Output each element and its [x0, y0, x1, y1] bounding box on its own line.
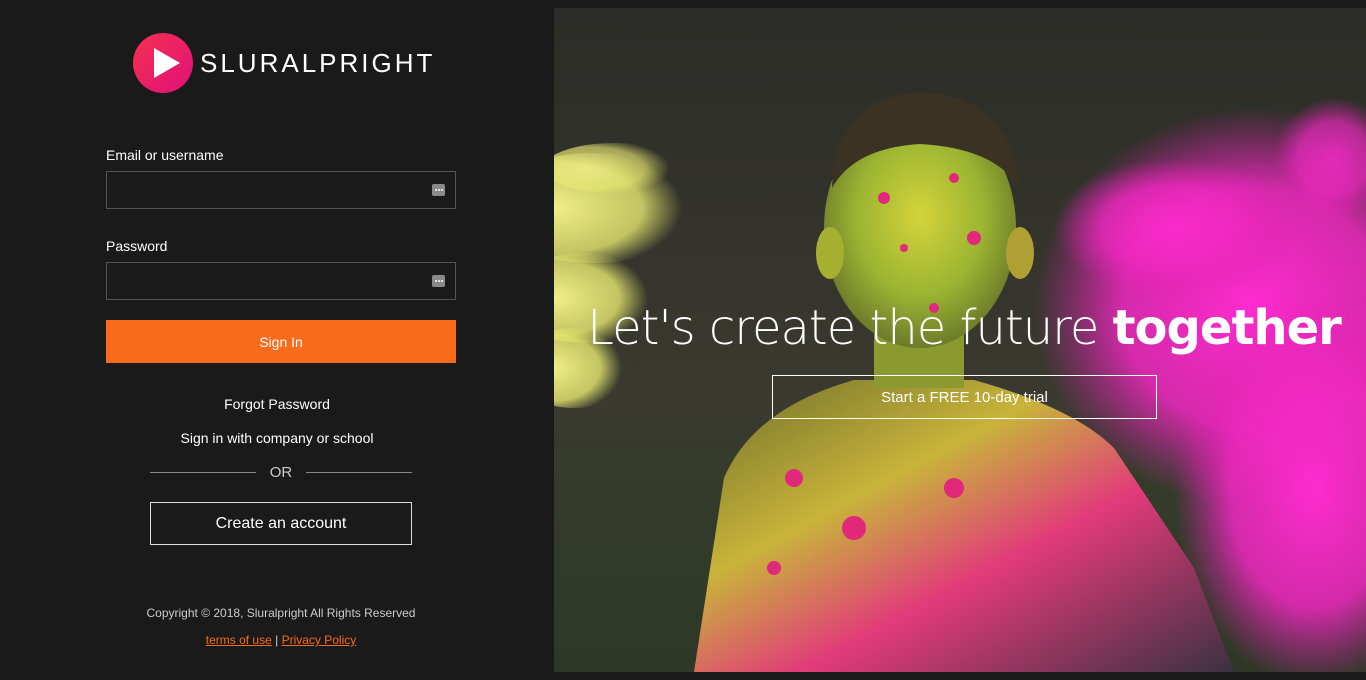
hero-headline: Let's create the future together	[554, 300, 1366, 356]
password-manager-icon[interactable]	[432, 275, 445, 287]
sign-in-button[interactable]: Sign In	[106, 320, 456, 363]
divider-line	[150, 471, 256, 473]
password-field[interactable]	[107, 263, 455, 299]
terms-link[interactable]: terms of use	[206, 633, 272, 647]
email-field[interactable]	[107, 172, 455, 208]
hero-banner: Let's create the future together Start a…	[554, 8, 1366, 672]
or-divider: OR	[150, 462, 412, 482]
headline-bold: together	[1112, 300, 1342, 356]
email-label: Email or username	[106, 147, 224, 163]
headline-light: Let's create the future	[587, 300, 1113, 356]
password-field-wrapper	[106, 262, 456, 300]
login-panel: SLURALPRIGHT Email or username Password …	[0, 0, 554, 680]
password-manager-icon[interactable]	[432, 184, 445, 196]
free-trial-button[interactable]: Start a FREE 10-day trial	[772, 375, 1157, 419]
password-label: Password	[106, 238, 168, 254]
play-icon	[133, 33, 193, 93]
forgot-password-link[interactable]: Forgot Password	[224, 396, 330, 412]
brand-logo[interactable]: SLURALPRIGHT	[132, 32, 435, 94]
privacy-link[interactable]: Privacy Policy	[282, 633, 357, 647]
company-signin-row: Sign in with company or school	[0, 430, 554, 446]
brand-name: SLURALPRIGHT	[200, 47, 436, 78]
legal-separator: |	[275, 633, 279, 647]
divider-line	[306, 471, 412, 473]
email-field-wrapper	[106, 171, 456, 209]
forgot-password-row: Forgot Password	[0, 396, 554, 412]
copyright-text: Copyright © 2018, Sluralpright All Right…	[146, 606, 416, 620]
or-text: OR	[269, 463, 293, 481]
legal-links: terms of use | Privacy Policy	[0, 633, 562, 647]
company-signin-link[interactable]: Sign in with company or school	[181, 430, 374, 446]
create-account-button[interactable]: Create an account	[150, 502, 412, 545]
